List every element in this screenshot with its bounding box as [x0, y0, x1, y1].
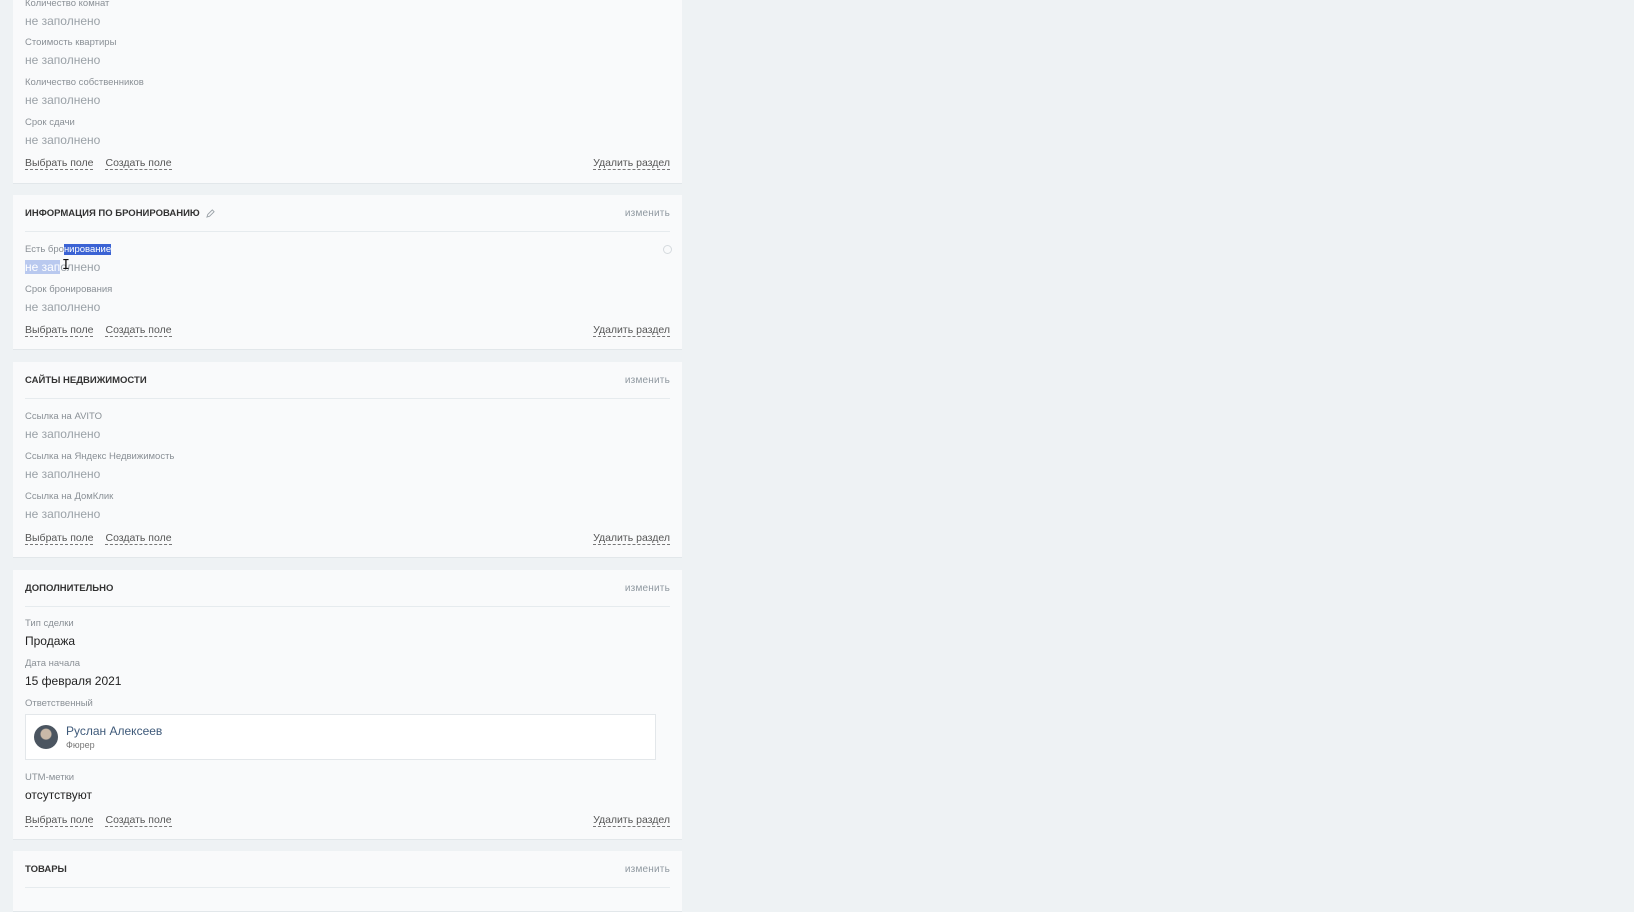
label-text: Есть бро: [25, 244, 64, 255]
field-avito-link[interactable]: Ссылка на AVITO не заполнено: [25, 411, 102, 442]
user-role: Фюрер: [66, 740, 95, 750]
section-footer: Выбрать поле Создать поле Удалить раздел: [25, 532, 670, 545]
section-footer: Выбрать поле Создать поле Удалить раздел: [25, 814, 670, 827]
create-field-link[interactable]: Создать поле: [105, 324, 172, 337]
field-start-date[interactable]: Дата начала 15 февраля 2021: [25, 658, 121, 689]
field-value[interactable]: Продажа: [25, 633, 75, 649]
change-link[interactable]: изменить: [625, 375, 670, 386]
section-title: ИНФОРМАЦИЯ ПО БРОНИРОВАНИЮ: [25, 208, 215, 219]
section-apartment: Количество комнат не заполнено Стоимость…: [13, 0, 682, 184]
select-field-link[interactable]: Выбрать поле: [25, 157, 94, 170]
field-value[interactable]: не заполнено: [25, 13, 109, 29]
field-apartment-price[interactable]: Стоимость квартиры не заполнено: [25, 37, 116, 68]
field-label: Есть бронирование: [25, 244, 112, 256]
field-owners-count[interactable]: Количество собственников не заполнено: [25, 77, 144, 108]
field-value[interactable]: не заполнено: [25, 299, 112, 315]
field-utm[interactable]: UTM-метки отсутствуют: [25, 772, 92, 803]
section-additional: ДОПОЛНИТЕЛЬНО изменить Тип сделки Продаж…: [13, 570, 682, 840]
field-deal-type[interactable]: Тип сделки Продажа: [25, 618, 75, 649]
field-label: UTM-метки: [25, 772, 75, 783]
change-link[interactable]: изменить: [625, 864, 670, 875]
section-header: ИНФОРМАЦИЯ ПО БРОНИРОВАНИЮ изменить: [25, 195, 670, 232]
selected-text: нирование: [63, 244, 112, 255]
change-link[interactable]: изменить: [625, 208, 670, 219]
field-value[interactable]: не заполнено: [25, 52, 116, 68]
field-label: Ссылка на AVITO: [25, 411, 103, 422]
pencil-icon[interactable]: [205, 208, 215, 218]
delete-section-link[interactable]: Удалить раздел: [593, 324, 670, 337]
field-yandex-link[interactable]: Ссылка на Яндекс Недвижимость не заполне…: [25, 451, 174, 482]
select-field-link[interactable]: Выбрать поле: [25, 814, 94, 827]
section-title: ТОВАРЫ: [25, 863, 67, 875]
field-responsible: Ответственный: [25, 698, 93, 710]
field-rooms[interactable]: Количество комнат не заполнено: [25, 0, 109, 29]
delete-section-link[interactable]: Удалить раздел: [593, 814, 670, 827]
section-header: САЙТЫ НЕДВИЖИМОСТИ изменить: [25, 362, 670, 399]
field-label: Ответственный: [25, 698, 93, 709]
field-label: Дата начала: [25, 658, 81, 669]
field-label: Ссылка на ДомКлик: [25, 491, 114, 502]
field-value[interactable]: не заполнено: [25, 132, 100, 148]
create-field-link[interactable]: Создать поле: [105, 814, 172, 827]
section-title-text: ИНФОРМАЦИЯ ПО БРОНИРОВАНИЮ: [25, 207, 200, 219]
section-booking: ИНФОРМАЦИЯ ПО БРОНИРОВАНИЮ изменить Есть…: [13, 195, 682, 350]
field-value[interactable]: не заполнено: [25, 506, 113, 522]
avatar: [34, 725, 58, 749]
select-field-link[interactable]: Выбрать поле: [25, 532, 94, 545]
field-settings-icon[interactable]: [663, 245, 672, 254]
field-value[interactable]: не заполнено: [25, 92, 144, 108]
create-field-link[interactable]: Создать поле: [105, 532, 172, 545]
delete-section-link[interactable]: Удалить раздел: [593, 157, 670, 170]
user-name[interactable]: Руслан Алексеев: [66, 724, 162, 738]
field-value[interactable]: 15 февраля 2021: [25, 673, 121, 689]
delete-section-link[interactable]: Удалить раздел: [593, 532, 670, 545]
field-label: Количество собственников: [25, 77, 144, 88]
field-label: Срок бронирования: [25, 284, 113, 295]
change-link[interactable]: изменить: [625, 583, 670, 594]
field-label: Срок сдачи: [25, 117, 75, 128]
field-booking-term[interactable]: Срок бронирования не заполнено: [25, 284, 112, 315]
field-completion-date[interactable]: Срок сдачи не заполнено: [25, 117, 100, 148]
field-value[interactable]: не заполнено: [25, 466, 174, 482]
field-value[interactable]: отсутствуют: [25, 787, 92, 803]
section-header: ДОПОЛНИТЕЛЬНО изменить: [25, 570, 670, 607]
field-label: Стоимость квартиры: [25, 37, 117, 48]
section-title: САЙТЫ НЕДВИЖИМОСТИ: [25, 374, 147, 386]
text-cursor-icon: I: [62, 258, 70, 273]
select-field-link[interactable]: Выбрать поле: [25, 324, 94, 337]
create-field-link[interactable]: Создать поле: [105, 157, 172, 170]
section-goods: ТОВАРЫ изменить: [13, 851, 682, 912]
section-footer: Выбрать поле Создать поле Удалить раздел: [25, 157, 670, 170]
section-realty-sites: САЙТЫ НЕДВИЖИМОСТИ изменить Ссылка на AV…: [13, 362, 682, 558]
field-label: Тип сделки: [25, 618, 74, 629]
section-footer: Выбрать поле Создать поле Удалить раздел: [25, 324, 670, 337]
field-domclick-link[interactable]: Ссылка на ДомКлик не заполнено: [25, 491, 113, 522]
field-label: Ссылка на Яндекс Недвижимость: [25, 451, 175, 462]
field-value[interactable]: не заполнено: [25, 426, 102, 442]
selected-text: не зап: [25, 260, 61, 274]
section-title: ДОПОЛНИТЕЛЬНО: [25, 582, 114, 594]
section-header: ТОВАРЫ изменить: [25, 851, 670, 888]
field-label: Количество комнат: [25, 0, 110, 9]
responsible-user-card[interactable]: Руслан Алексеев Фюрер: [25, 714, 656, 760]
